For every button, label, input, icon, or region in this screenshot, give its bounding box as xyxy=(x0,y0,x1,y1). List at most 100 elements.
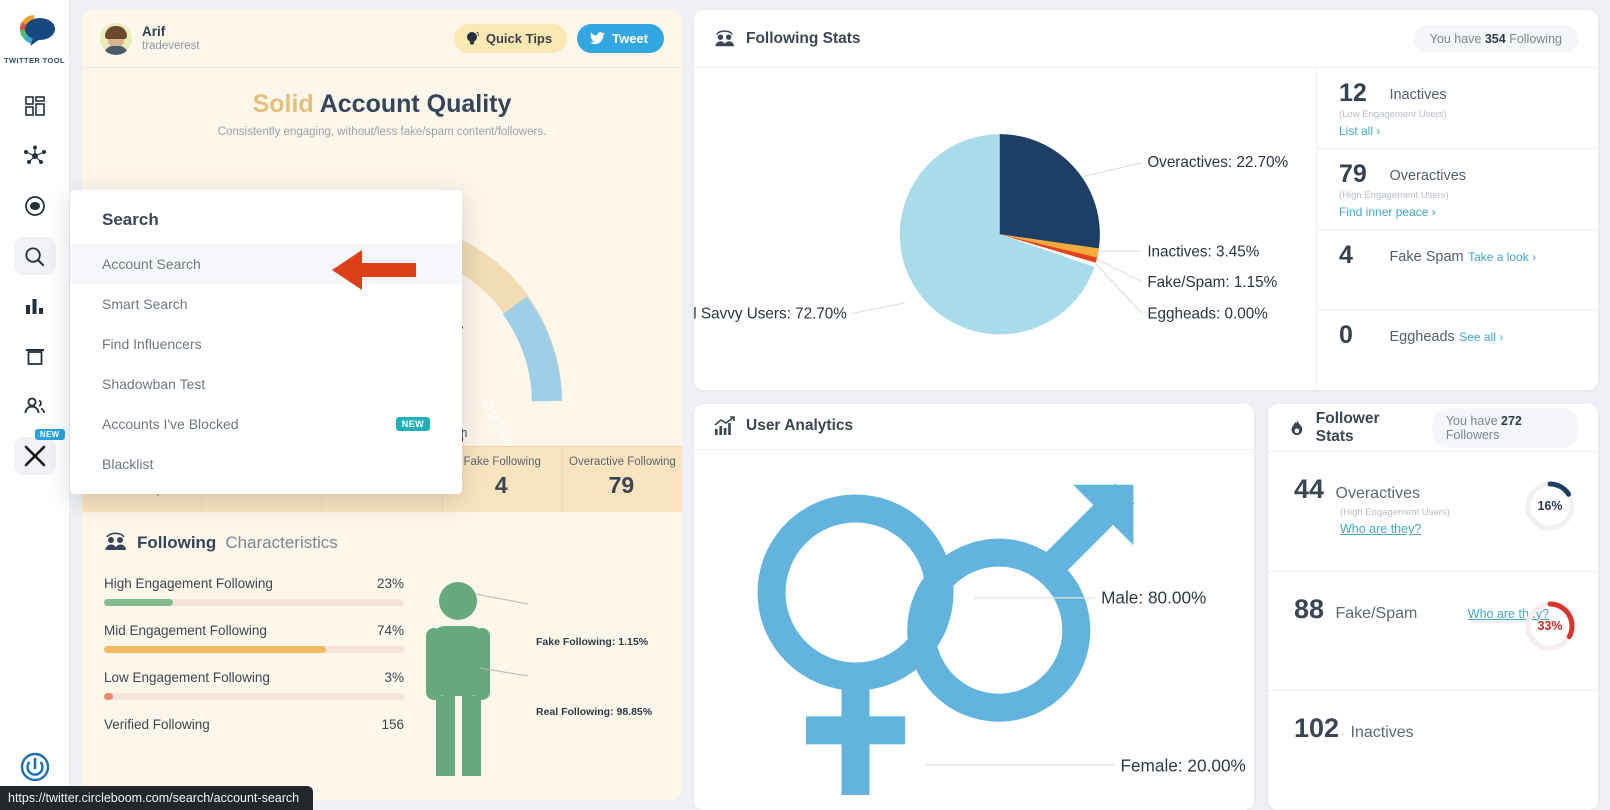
bar-fill xyxy=(104,599,173,606)
pill-prefix: You have xyxy=(1429,31,1482,46)
circleboom-logo-icon xyxy=(12,8,58,54)
fs-row-eggheads: 0 Eggheads See all › xyxy=(1317,310,1598,390)
users-icon xyxy=(24,397,45,414)
following-people-icon xyxy=(715,29,735,46)
menu-item-label: Smart Search xyxy=(102,296,188,312)
fs-link-list-all[interactable]: List all › xyxy=(1339,124,1380,138)
sidebar-new-badge: NEW xyxy=(34,429,65,440)
fs-value: 4 xyxy=(1339,240,1353,269)
sidebar-item-monitor[interactable] xyxy=(14,187,56,225)
pie-svg: Overactives: 22.70% Inactives: 3.45% Fak… xyxy=(694,134,1289,335)
pill-suffix: Following xyxy=(1509,31,1562,46)
stat-cell: Overactive Following 79 xyxy=(563,447,682,512)
brand-label: TWITTER TOOL xyxy=(4,56,65,65)
following-stats-title: Following Stats xyxy=(746,29,861,47)
fl-value: 102 xyxy=(1294,712,1340,743)
following-stats-title-wrap: Following Stats xyxy=(714,29,861,49)
pill-prefix: You have xyxy=(1445,413,1498,428)
stat-value-wrap: 4 xyxy=(447,472,558,499)
sidebar-item-users[interactable] xyxy=(14,387,56,425)
app-root: TWITTER TOOL NEW Arif tradeverest Quick … xyxy=(0,0,1610,810)
tweet-label: Tweet xyxy=(612,31,648,46)
sidebar-item-x-twitter[interactable]: NEW xyxy=(13,429,65,475)
bar-head: Verified Following 156 xyxy=(104,717,404,732)
brand: TWITTER TOOL xyxy=(4,8,65,65)
user-analytics-card: User Analytics Male: 80.00% Female: 20.0… xyxy=(694,404,1254,810)
power-icon[interactable] xyxy=(20,752,50,782)
following-pie-chart: Overactives: 22.70% Inactives: 3.45% Fak… xyxy=(694,68,1316,390)
fs-row-fake-spam: 4 Fake Spam Take a look › xyxy=(1317,230,1598,311)
fakespam-ring: 33% xyxy=(1524,600,1576,652)
lightbulb-icon xyxy=(466,31,479,45)
tweet-button[interactable]: Tweet xyxy=(577,24,664,53)
overactives-ring: 16% xyxy=(1524,480,1576,532)
menu-item-accounts-ive-blocked[interactable]: Accounts I've Blocked NEW xyxy=(70,404,462,444)
pie-label-inactives: Inactives: 3.45% xyxy=(1147,243,1259,260)
bar-track xyxy=(104,646,404,653)
fl-value: 88 xyxy=(1294,593,1325,624)
fc-title-rest: Characteristics xyxy=(225,533,338,552)
bar-value: 3% xyxy=(384,670,404,685)
fc-bars: High Engagement Following 23% Mid Engage… xyxy=(104,576,404,781)
follower-count-pill: You have 272 Followers xyxy=(1431,407,1578,448)
follower-row-inactives: 102 Inactives xyxy=(1268,691,1598,810)
sidebar-item-search[interactable] xyxy=(13,237,56,275)
fc-figure: Fake Following: 1.15% Real Following: 98… xyxy=(418,576,668,781)
menu-item-label: Shadowban Test xyxy=(102,376,206,392)
bottom-row: User Analytics Male: 80.00% Female: 20.0… xyxy=(694,404,1598,810)
sidebar-item-dashboard[interactable] xyxy=(14,87,56,125)
fs-link-find-inner-peace[interactable]: Find inner peace › xyxy=(1339,205,1436,219)
sidebar-item-analytics[interactable] xyxy=(14,287,56,325)
gender-label-male: Male: 80.00% xyxy=(1101,587,1206,607)
title-rest: Account Quality xyxy=(319,90,512,118)
flame-icon xyxy=(1291,419,1303,435)
fs-name: Eggheads xyxy=(1389,329,1455,346)
user-meta: Arif tradeverest xyxy=(142,24,200,53)
fl-name: Inactives xyxy=(1350,723,1414,741)
search-icon xyxy=(25,246,45,266)
fl-name: Overactives xyxy=(1335,485,1420,503)
follower-row-fake-spam: 88 Fake/Spam Who are they? 33% xyxy=(1268,572,1598,691)
search-dropdown-title: Search xyxy=(102,210,159,229)
fs-link-see-all[interactable]: See all › xyxy=(1459,330,1503,344)
fs-link-take-a-look[interactable]: Take a look › xyxy=(1468,250,1536,264)
avatar xyxy=(100,22,132,55)
quick-tips-button[interactable]: Quick Tips xyxy=(453,24,568,53)
sidebar-item-network[interactable] xyxy=(14,137,56,175)
sidebar-footer xyxy=(0,752,69,782)
bar-row: Low Engagement Following 3% xyxy=(104,670,404,700)
following-stats-side: 12 Inactives (Low Engagement Users) List… xyxy=(1316,68,1598,390)
line-chart-icon xyxy=(714,416,735,436)
fl-link-who-are-they[interactable]: Who are they? xyxy=(1340,522,1421,536)
svg-text:OUTSTANDING: OUTSTANDING xyxy=(479,397,544,446)
fs-row-overactives: 79 Overactives (High Engagement Users) F… xyxy=(1317,149,1598,230)
right-column: Following Stats You have 354 Following O… xyxy=(694,10,1598,810)
account-quality-subtitle: Consistently engaging, without/less fake… xyxy=(217,126,547,138)
bar-head: High Engagement Following 23% xyxy=(104,576,404,591)
ring-percent: 33% xyxy=(1537,618,1563,633)
pie-label-fakespam: Fake/Spam: 1.15% xyxy=(1147,274,1277,291)
fs-name: Overactives xyxy=(1389,167,1467,184)
follower-stats-title-wrap: Follower Stats You have 272 Followers xyxy=(1288,407,1578,448)
following-people-icon xyxy=(105,532,126,550)
network-icon xyxy=(23,145,46,164)
bar-label: Verified Following xyxy=(104,717,210,732)
fs-row-inactives: 12 Inactives (Low Engagement Users) List… xyxy=(1317,68,1598,149)
bar-track xyxy=(104,599,404,606)
sidebar-item-delete[interactable] xyxy=(14,337,56,375)
menu-item-find-influencers[interactable]: Find Influencers xyxy=(70,324,462,364)
menu-item-blacklist[interactable]: Blacklist xyxy=(70,444,462,484)
following-count-pill: You have 354 Following xyxy=(1413,24,1578,53)
search-dropdown: Search Account Search Smart Search Find … xyxy=(70,190,462,494)
follower-stats-card: Follower Stats You have 272 Followers 44… xyxy=(1268,404,1598,810)
bar-head: Mid Engagement Following 74% xyxy=(104,623,404,638)
pie-label-eggheads: Eggheads: 0.00% xyxy=(1147,306,1268,323)
x-logo-icon xyxy=(24,445,45,467)
bar-row: High Engagement Following 23% xyxy=(104,576,404,606)
bar-track xyxy=(104,693,404,700)
status-bar-url: https://twitter.circleboom.com/search/ac… xyxy=(0,786,314,810)
menu-item-shadowban-test[interactable]: Shadowban Test xyxy=(70,364,462,404)
bar-fill xyxy=(104,693,113,700)
fs-name: Fake Spam xyxy=(1389,248,1464,265)
sidebar: TWITTER TOOL NEW xyxy=(0,0,70,810)
